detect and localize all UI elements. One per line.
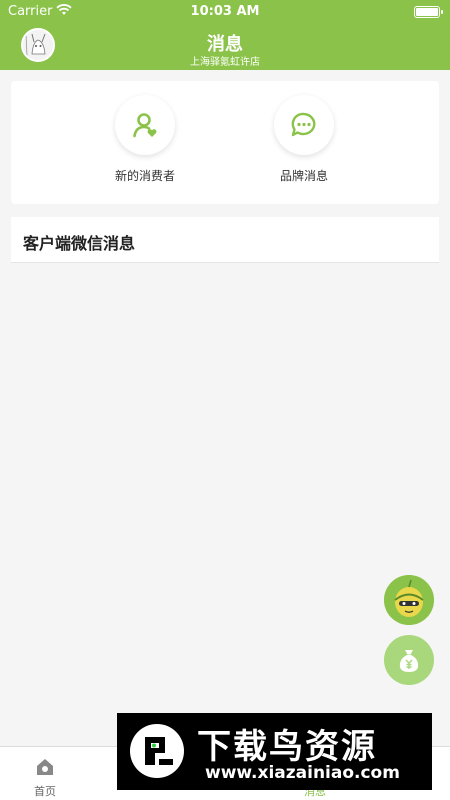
money-bag-button[interactable] (384, 635, 434, 685)
chat-bubble-icon (291, 112, 316, 137)
tab-home[interactable]: 首页 (0, 747, 90, 800)
status-time: 10:03 AM (190, 4, 260, 19)
header: Carrier 10:03 AM 消息 上海驿氪虹许店 (0, 0, 450, 70)
tab-home-label: 首页 (34, 785, 56, 798)
user-heart-icon (133, 113, 157, 138)
section-title: 客户端微信消息 (23, 234, 136, 253)
brand-messages-label: 品牌消息 (279, 169, 328, 183)
money-bag-icon (399, 650, 419, 672)
watermark-title: 下载鸟资源 (197, 727, 377, 767)
mascot-icon (384, 575, 434, 625)
watermark-url: www.xiazainiao.com (205, 763, 400, 783)
battery-icon (414, 6, 443, 18)
brand-messages-icon-circle (274, 95, 334, 155)
home-icon (37, 759, 53, 775)
new-consumers-label: 新的消费者 (114, 169, 175, 183)
bird-logo-icon (130, 724, 184, 778)
watermark-overlay: 下载鸟资源 www.xiazainiao.com (117, 713, 432, 790)
status-bar: Carrier 10:03 AM (0, 0, 450, 24)
new-consumers-button[interactable]: 新的消费者 (85, 95, 205, 184)
quick-actions-card: 新的消费者 品牌消息 (11, 81, 439, 204)
mascot-button[interactable] (384, 575, 434, 625)
brand-messages-button[interactable]: 品牌消息 (244, 95, 364, 184)
store-name: 上海驿氪虹许店 (190, 57, 260, 68)
new-consumers-icon-circle (115, 95, 175, 155)
wechat-messages-section[interactable]: 客户端微信消息 (11, 217, 439, 263)
